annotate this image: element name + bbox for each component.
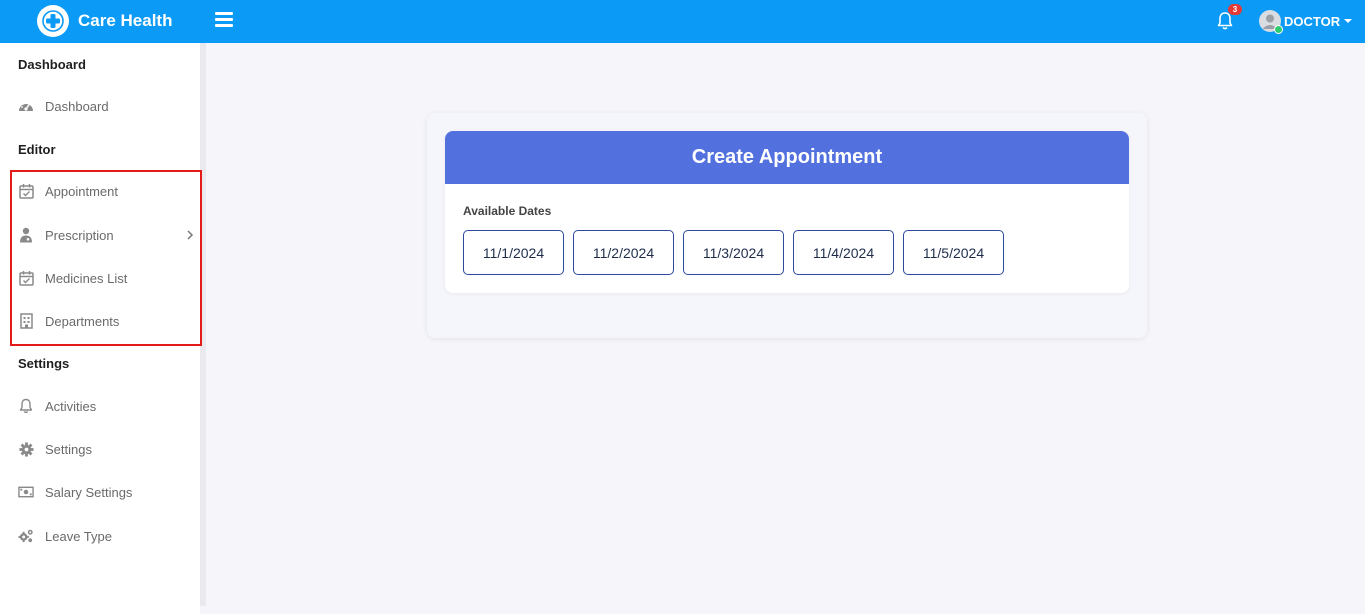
card-title: Create Appointment bbox=[445, 131, 1129, 184]
section-title-dashboard: Dashboard bbox=[18, 57, 86, 72]
top-navbar: Care Health 3 DOCTOR bbox=[0, 0, 1365, 43]
sidebar-item-label: Salary Settings bbox=[45, 484, 133, 500]
money-bill-icon bbox=[18, 484, 34, 500]
caret-down-icon bbox=[1344, 19, 1353, 23]
bell-icon bbox=[18, 398, 34, 414]
sidebar-scrollbar[interactable] bbox=[200, 43, 206, 606]
sidebar-item-label: Medicines List bbox=[45, 270, 128, 286]
sidebar-item-label: Activities bbox=[45, 398, 97, 414]
sidebar-item-label: Prescription bbox=[45, 227, 114, 243]
date-options: 11/1/2024 11/2/2024 11/3/2024 11/4/2024 … bbox=[463, 230, 1013, 275]
available-dates-label: Available Dates bbox=[463, 204, 552, 218]
section-title-editor: Editor bbox=[18, 142, 56, 157]
user-menu[interactable]: DOCTOR bbox=[1259, 9, 1353, 34]
brand-name: Care Health bbox=[78, 10, 173, 30]
sidebar-item-prescription[interactable]: Prescription bbox=[10, 219, 198, 251]
sidebar-item-dashboard[interactable]: Dashboard bbox=[10, 90, 198, 122]
date-button[interactable]: 11/1/2024 bbox=[463, 230, 564, 275]
medical-cross-icon bbox=[37, 4, 69, 37]
sidebar-item-appointment[interactable]: Appointment bbox=[10, 175, 198, 207]
sidebar-item-departments[interactable]: Departments bbox=[10, 305, 198, 337]
brand[interactable]: Care Health bbox=[37, 4, 172, 37]
create-appointment-card: Create Appointment Available Dates 11/1/… bbox=[445, 131, 1129, 293]
date-button[interactable]: 11/3/2024 bbox=[683, 230, 784, 275]
sidebar-item-salary-settings[interactable]: Salary Settings bbox=[10, 476, 198, 508]
sidebar-item-label: Appointment bbox=[45, 183, 118, 199]
sidebar-item-medicines-list[interactable]: Medicines List bbox=[10, 262, 198, 294]
date-button[interactable]: 11/5/2024 bbox=[903, 230, 1004, 275]
chevron-right-icon bbox=[186, 228, 194, 247]
calendar-check-icon bbox=[18, 270, 34, 286]
sidebar-item-activities[interactable]: Activities bbox=[10, 390, 198, 422]
sidebar-item-label: Dashboard bbox=[45, 98, 109, 114]
sidebar-item-leave-type[interactable]: Leave Type bbox=[10, 520, 198, 552]
sidebar-item-label: Departments bbox=[45, 313, 120, 329]
menu-toggle-icon[interactable] bbox=[215, 12, 233, 28]
sidebar-item-label: Settings bbox=[45, 441, 92, 457]
sidebar-item-settings[interactable]: Settings bbox=[10, 433, 198, 465]
online-status-dot bbox=[1274, 25, 1283, 34]
notification-count-badge: 3 bbox=[1228, 4, 1242, 15]
calendar-check-icon bbox=[18, 183, 34, 199]
hospital-building-icon bbox=[18, 313, 34, 329]
date-button[interactable]: 11/2/2024 bbox=[573, 230, 674, 275]
section-title-settings: Settings bbox=[18, 356, 70, 371]
speedometer-icon bbox=[18, 98, 34, 114]
avatar bbox=[1259, 10, 1283, 34]
doctor-icon bbox=[18, 227, 34, 243]
gears-icon bbox=[18, 528, 34, 544]
gear-icon bbox=[18, 441, 34, 457]
date-button[interactable]: 11/4/2024 bbox=[793, 230, 894, 275]
user-role-label: DOCTOR bbox=[1284, 13, 1341, 29]
sidebar-item-label: Leave Type bbox=[45, 528, 112, 544]
